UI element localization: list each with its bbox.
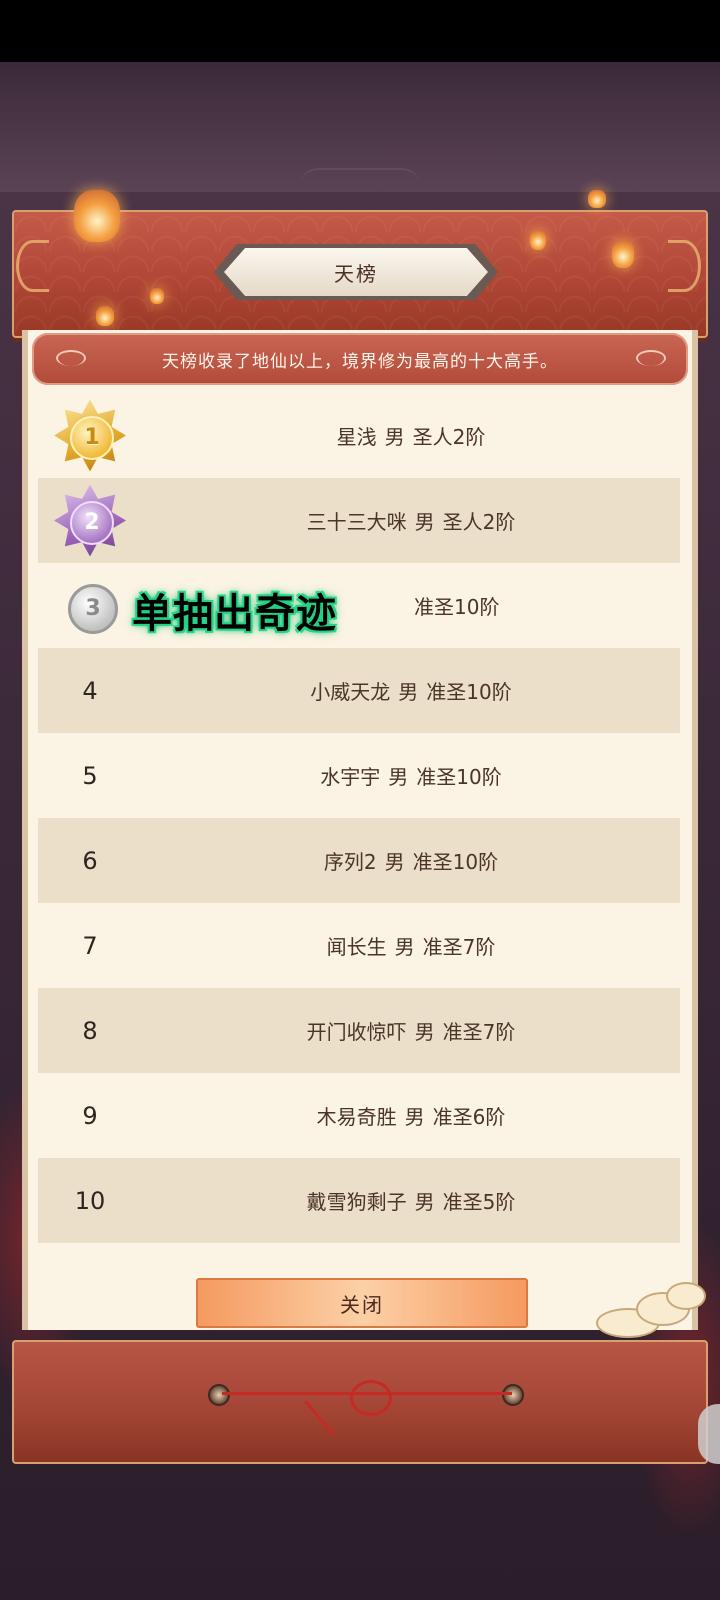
rank-number: 4 bbox=[82, 676, 98, 705]
rank-number: 7 bbox=[82, 931, 98, 960]
rank-number: 3 bbox=[68, 583, 118, 634]
player-realm: 圣人2阶 bbox=[412, 425, 486, 449]
player-gender: 男 bbox=[394, 935, 415, 959]
player-gender: 男 bbox=[384, 425, 405, 449]
ranking-row-10[interactable]: 10 戴雪狗剩子 男 准圣5阶 bbox=[38, 1158, 680, 1243]
gold-medal-icon: 1 bbox=[54, 399, 126, 472]
rank-number: 9 bbox=[82, 1101, 98, 1130]
player-gender: 男 bbox=[414, 1190, 435, 1214]
player-gender: 男 bbox=[414, 510, 435, 534]
ranking-row-7[interactable]: 7 闻长生 男 准圣7阶 bbox=[38, 903, 680, 988]
ranking-row-9[interactable]: 9 木易奇胜 男 准圣6阶 bbox=[38, 1073, 680, 1158]
rank-cell: 5 bbox=[38, 733, 142, 818]
player-info: 戴雪狗剩子 男 准圣5阶 bbox=[142, 1158, 680, 1243]
rank-cell: 4 bbox=[38, 648, 142, 733]
player-name: 三十三大咪 bbox=[306, 510, 407, 534]
player-realm: 准圣10阶 bbox=[426, 680, 512, 704]
player-info: 序列2 男 准圣10阶 bbox=[142, 818, 680, 903]
close-button[interactable]: 关闭 bbox=[196, 1278, 528, 1328]
rank-cell: 6 bbox=[38, 818, 142, 903]
promo-overlay-text: 单抽出奇迹 bbox=[132, 591, 337, 637]
player-name: 序列2 bbox=[323, 850, 377, 874]
cloud-icon bbox=[596, 1282, 706, 1340]
player-name: 戴雪狗剩子 bbox=[306, 1190, 407, 1214]
status-bar bbox=[0, 0, 720, 62]
rank-cell: 2 bbox=[38, 478, 142, 563]
rank-number: 6 bbox=[82, 846, 98, 875]
player-realm: 准圣6阶 bbox=[432, 1105, 506, 1129]
player-info: 小威天龙 男 准圣10阶 bbox=[142, 648, 680, 733]
ranking-row-2[interactable]: 2 三十三大咪 男 圣人2阶 bbox=[38, 478, 680, 563]
side-drawer-handle[interactable] bbox=[698, 1404, 720, 1464]
rank-number: 10 bbox=[74, 1186, 106, 1215]
player-realm: 准圣7阶 bbox=[422, 935, 496, 959]
roller-knob-left bbox=[208, 1384, 230, 1406]
player-info: 闻长生 男 准圣7阶 bbox=[142, 903, 680, 988]
rank-cell: 8 bbox=[38, 988, 142, 1073]
rank-cell: 3 bbox=[38, 563, 142, 648]
player-gender: 男 bbox=[388, 765, 409, 789]
rank-number: 8 bbox=[82, 1016, 98, 1045]
ranking-row-6[interactable]: 6 序列2 男 准圣10阶 bbox=[38, 818, 680, 903]
cloud-icon bbox=[56, 350, 86, 366]
player-info: 木易奇胜 男 准圣6阶 bbox=[142, 1073, 680, 1158]
background-ornament bbox=[300, 168, 420, 186]
ranking-row-5[interactable]: 5 水宇宇 男 准圣10阶 bbox=[38, 733, 680, 818]
title-plate: 天榜 bbox=[224, 248, 488, 296]
player-realm: 准圣10阶 bbox=[414, 595, 500, 619]
lantern-icon bbox=[150, 288, 164, 304]
rank-cell: 7 bbox=[38, 903, 142, 988]
player-name: 木易奇胜 bbox=[316, 1105, 397, 1129]
lantern-icon bbox=[96, 306, 114, 326]
ranking-list: 1 星浅 男 圣人2阶 2 三十三大咪 男 圣人2阶 3 准圣10阶 4 小威天… bbox=[38, 393, 680, 1243]
lantern-icon bbox=[588, 190, 606, 208]
player-gender: 男 bbox=[414, 1020, 435, 1044]
rank-number: 1 bbox=[70, 415, 114, 460]
player-name: 星浅 bbox=[336, 425, 377, 449]
corner-scroll-left bbox=[16, 240, 49, 292]
player-name: 开门收惊吓 bbox=[306, 1020, 407, 1044]
cloud-icon bbox=[636, 350, 666, 366]
player-info: 星浅 男 圣人2阶 bbox=[142, 393, 680, 478]
player-gender: 男 bbox=[404, 1105, 425, 1129]
player-realm: 准圣10阶 bbox=[416, 765, 502, 789]
player-name: 小威天龙 bbox=[310, 680, 391, 704]
player-realm: 准圣10阶 bbox=[412, 850, 499, 874]
description-banner: 天榜收录了地仙以上，境界修为最高的十大高手。 bbox=[32, 333, 688, 385]
silver-medal-icon: 3 bbox=[54, 570, 126, 642]
rank-cell: 10 bbox=[38, 1158, 142, 1243]
player-realm: 准圣5阶 bbox=[442, 1190, 516, 1214]
player-info: 水宇宇 男 准圣10阶 bbox=[142, 733, 680, 818]
player-gender: 男 bbox=[384, 850, 405, 874]
description-text: 天榜收录了地仙以上，境界修为最高的十大高手。 bbox=[162, 351, 558, 372]
rank-cell: 9 bbox=[38, 1073, 142, 1158]
corner-scroll-right bbox=[668, 240, 701, 292]
lantern-icon bbox=[612, 240, 634, 268]
player-name: 水宇宇 bbox=[320, 765, 381, 789]
player-realm: 准圣7阶 bbox=[442, 1020, 516, 1044]
player-gender: 男 bbox=[398, 680, 419, 704]
roller-knob-right bbox=[502, 1384, 524, 1406]
lantern-icon bbox=[530, 230, 546, 250]
player-realm: 圣人2阶 bbox=[442, 510, 516, 534]
player-name: 闻长生 bbox=[326, 935, 387, 959]
lantern-icon bbox=[74, 190, 120, 242]
rank-number: 5 bbox=[82, 761, 98, 790]
rank-cell: 1 bbox=[38, 393, 142, 478]
player-info: 开门收惊吓 男 准圣7阶 bbox=[142, 988, 680, 1073]
ranking-row-8[interactable]: 8 开门收惊吓 男 准圣7阶 bbox=[38, 988, 680, 1073]
purple-medal-icon: 2 bbox=[54, 484, 126, 557]
page-title: 天榜 bbox=[334, 261, 378, 286]
player-info: 三十三大咪 男 圣人2阶 bbox=[142, 478, 680, 563]
rank-number: 2 bbox=[70, 500, 114, 545]
ranking-row-1[interactable]: 1 星浅 男 圣人2阶 bbox=[38, 393, 680, 478]
ranking-row-4[interactable]: 4 小威天龙 男 准圣10阶 bbox=[38, 648, 680, 733]
